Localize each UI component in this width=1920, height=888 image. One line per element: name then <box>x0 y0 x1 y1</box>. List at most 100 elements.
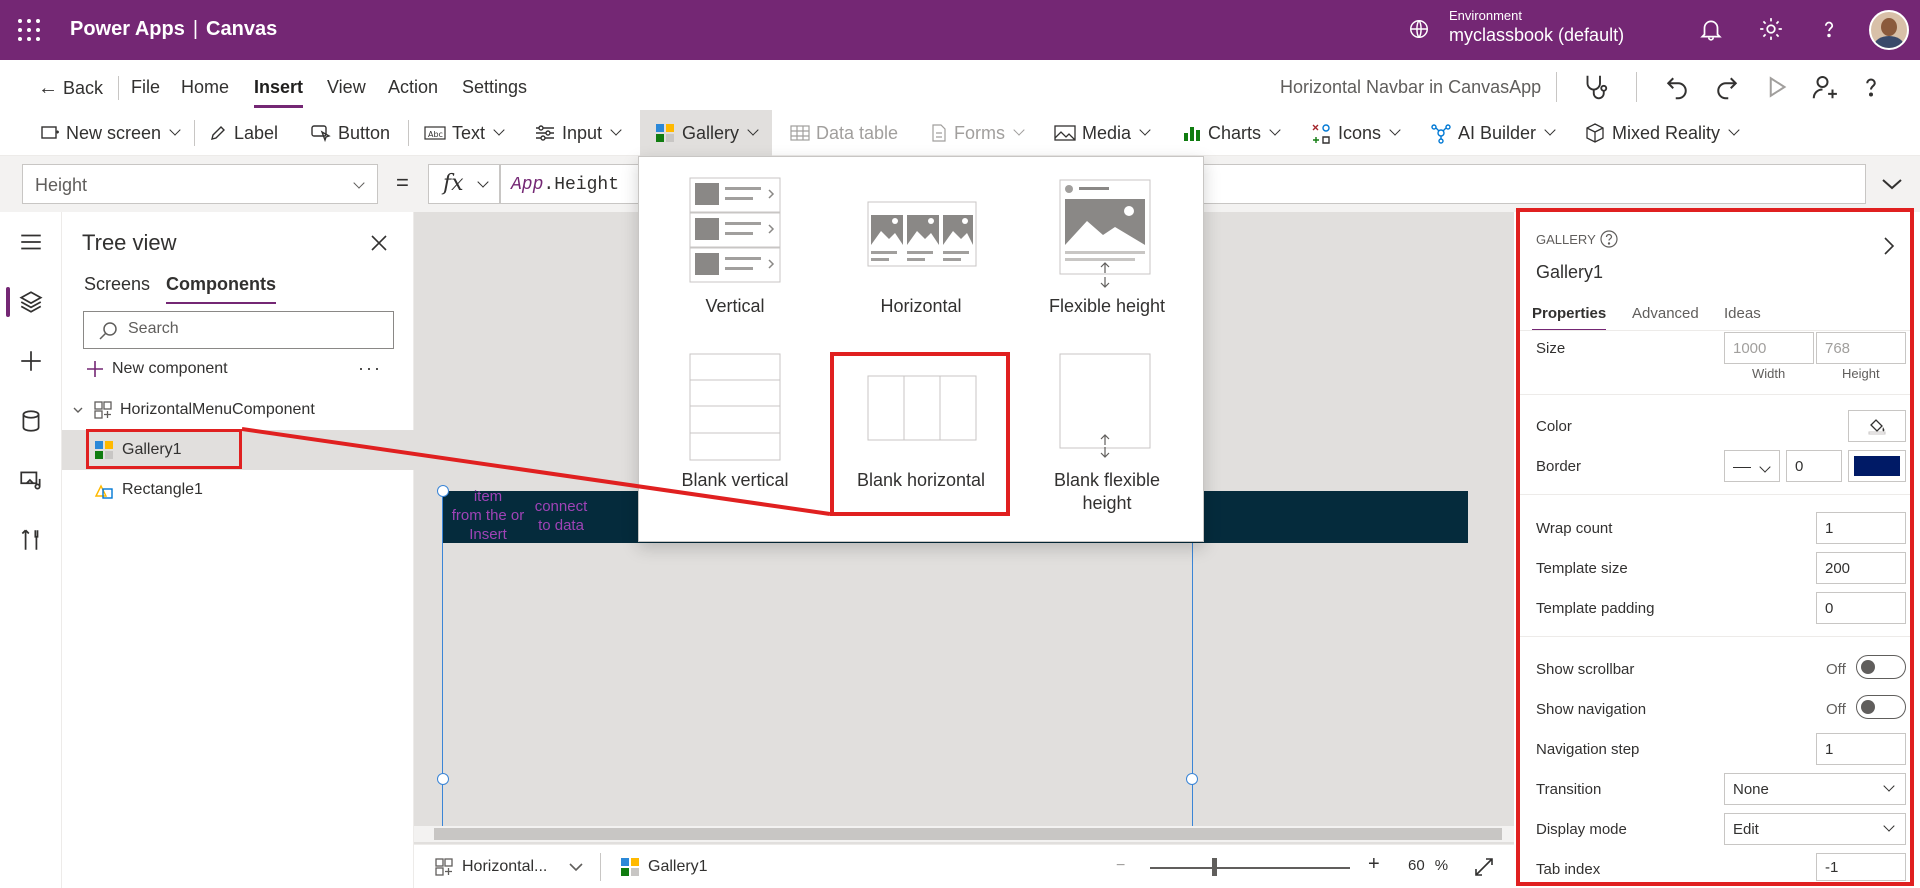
vertical-gallery-thumbnail <box>689 177 781 283</box>
hamburger-icon[interactable] <box>18 229 44 255</box>
blank-vertical-gallery-thumbnail <box>689 353 781 461</box>
insert-ribbon: New screen Label Button Abc Text Input Ga… <box>0 110 1920 156</box>
cube-icon <box>1586 123 1604 143</box>
tree-node-component[interactable]: HorizontalMenuComponent <box>62 390 414 430</box>
tree-node-rectangle1[interactable]: Rectangle1 <box>62 470 414 510</box>
layers-icon[interactable] <box>18 289 44 315</box>
input-button[interactable]: Input <box>534 110 622 156</box>
plus-icon[interactable] <box>18 348 44 374</box>
search-icon <box>99 322 117 340</box>
gallery-icon <box>656 124 674 142</box>
media-button[interactable]: Media <box>1054 110 1151 156</box>
ai-builder-button[interactable]: AI Builder <box>1430 110 1556 156</box>
gallery-option-vertical[interactable]: Vertical <box>659 295 811 318</box>
zoom-level: 60% <box>1408 857 1449 874</box>
tab-screens[interactable]: Screens <box>84 274 150 295</box>
menu-view[interactable]: View <box>327 77 366 98</box>
charts-button[interactable]: Charts <box>1182 110 1281 156</box>
environment-value[interactable]: myclassbook (default) <box>1449 25 1624 46</box>
blank-flexible-height-gallery-thumbnail <box>1059 353 1151 458</box>
divider <box>194 120 195 146</box>
database-icon[interactable] <box>18 408 44 434</box>
equals-sign: = <box>396 170 409 195</box>
menu-home[interactable]: Home <box>181 77 229 98</box>
menu-action[interactable]: Action <box>388 77 438 98</box>
brand-title: Power Apps | Canvas <box>70 18 278 40</box>
app-launcher-icon[interactable] <box>18 19 40 41</box>
resize-handle[interactable] <box>437 773 449 785</box>
top-bar: Power Apps | Canvas Environment myclassboo… <box>0 0 1920 60</box>
gallery-option-horizontal[interactable]: Horizontal <box>845 295 997 318</box>
bell-icon[interactable] <box>1698 16 1724 42</box>
new-screen-button[interactable]: New screen <box>40 110 181 156</box>
menu-settings[interactable]: Settings <box>462 77 527 98</box>
mixed-reality-button[interactable]: Mixed Reality <box>1584 110 1740 156</box>
expand-formula-icon[interactable] <box>1880 176 1904 192</box>
data-table-button[interactable]: Data table <box>790 110 898 156</box>
tree-view-panel: Tree view Screens Components Search New … <box>62 212 414 888</box>
gallery-button[interactable]: Gallery <box>640 110 772 156</box>
button-button[interactable]: Button <box>310 110 390 156</box>
chevron-down-icon[interactable] <box>72 404 84 416</box>
media-icon[interactable] <box>18 467 44 493</box>
component-icon <box>94 401 112 419</box>
forms-button[interactable]: Forms <box>930 110 1025 156</box>
pencil-icon <box>211 126 225 140</box>
gallery-option-blank-vertical[interactable]: Blank vertical <box>659 469 811 492</box>
resize-handle[interactable] <box>1186 773 1198 785</box>
undo-icon[interactable] <box>1662 72 1692 102</box>
help-icon[interactable] <box>1856 72 1886 102</box>
app-name: Horizontal Navbar in CanvasApp <box>1280 77 1542 97</box>
cursor-icon <box>311 125 331 143</box>
horizontal-gallery-thumbnail <box>867 201 977 267</box>
more-options-button[interactable]: ··· <box>358 358 382 379</box>
screen-selector[interactable]: Horizontal... <box>434 857 583 877</box>
chart-icon <box>1184 127 1200 141</box>
avatar[interactable] <box>1869 10 1909 50</box>
zoom-in-button[interactable]: + <box>1368 853 1380 876</box>
property-dropdown[interactable]: Height <box>22 164 378 204</box>
gallery-option-blank-flexible-height[interactable]: Blank flexible height <box>1031 469 1183 516</box>
gallery-option-flexible-height[interactable]: Flexible height <box>1031 295 1183 318</box>
label-button[interactable]: Label <box>208 110 278 156</box>
close-icon[interactable] <box>370 234 388 252</box>
tree-node-label: HorizontalMenuComponent <box>120 401 315 418</box>
tree-search-input[interactable]: Search <box>83 311 394 349</box>
form-icon <box>932 124 946 142</box>
gallery-icon <box>621 858 639 876</box>
gear-icon[interactable] <box>1758 16 1784 42</box>
divider <box>600 853 601 881</box>
scrollbar-thumb[interactable] <box>434 828 1502 840</box>
text-button[interactable]: Abc Text <box>424 110 505 156</box>
play-icon[interactable] <box>1762 72 1792 102</box>
zoom-slider-thumb[interactable] <box>1212 858 1217 876</box>
menu-insert[interactable]: Insert <box>254 77 304 108</box>
icons-button[interactable]: Icons <box>1310 110 1401 156</box>
tools-icon[interactable] <box>18 527 44 553</box>
selected-control[interactable]: Gallery1 <box>620 857 708 877</box>
help-icon[interactable] <box>1816 16 1842 42</box>
menu-file[interactable]: File <box>131 77 160 98</box>
zoom-slider[interactable] <box>1150 867 1350 869</box>
environment-icon[interactable] <box>1408 18 1430 40</box>
shapes-icon <box>1312 124 1330 144</box>
chevron-down-icon <box>569 863 583 872</box>
fx-button[interactable]: fx <box>428 164 500 204</box>
svg-text:Abc: Abc <box>428 130 443 139</box>
resize-handle[interactable] <box>437 485 449 497</box>
stethoscope-icon[interactable] <box>1580 72 1610 102</box>
fit-to-window-icon[interactable] <box>1474 857 1494 877</box>
text-icon: Abc <box>424 126 446 140</box>
zoom-out-button[interactable]: − <box>1116 857 1125 875</box>
new-component-button[interactable]: New component <box>86 360 228 378</box>
table-icon <box>790 125 810 141</box>
screen-icon <box>41 126 59 139</box>
component-icon <box>435 858 453 876</box>
redo-icon[interactable] <box>1712 72 1742 102</box>
divider <box>118 76 119 100</box>
image-icon <box>1054 125 1076 141</box>
back-button[interactable]: ← Back <box>38 77 103 100</box>
tree-view-title: Tree view <box>82 230 177 255</box>
tab-components[interactable]: Components <box>166 274 276 304</box>
share-user-icon[interactable] <box>1810 72 1840 102</box>
